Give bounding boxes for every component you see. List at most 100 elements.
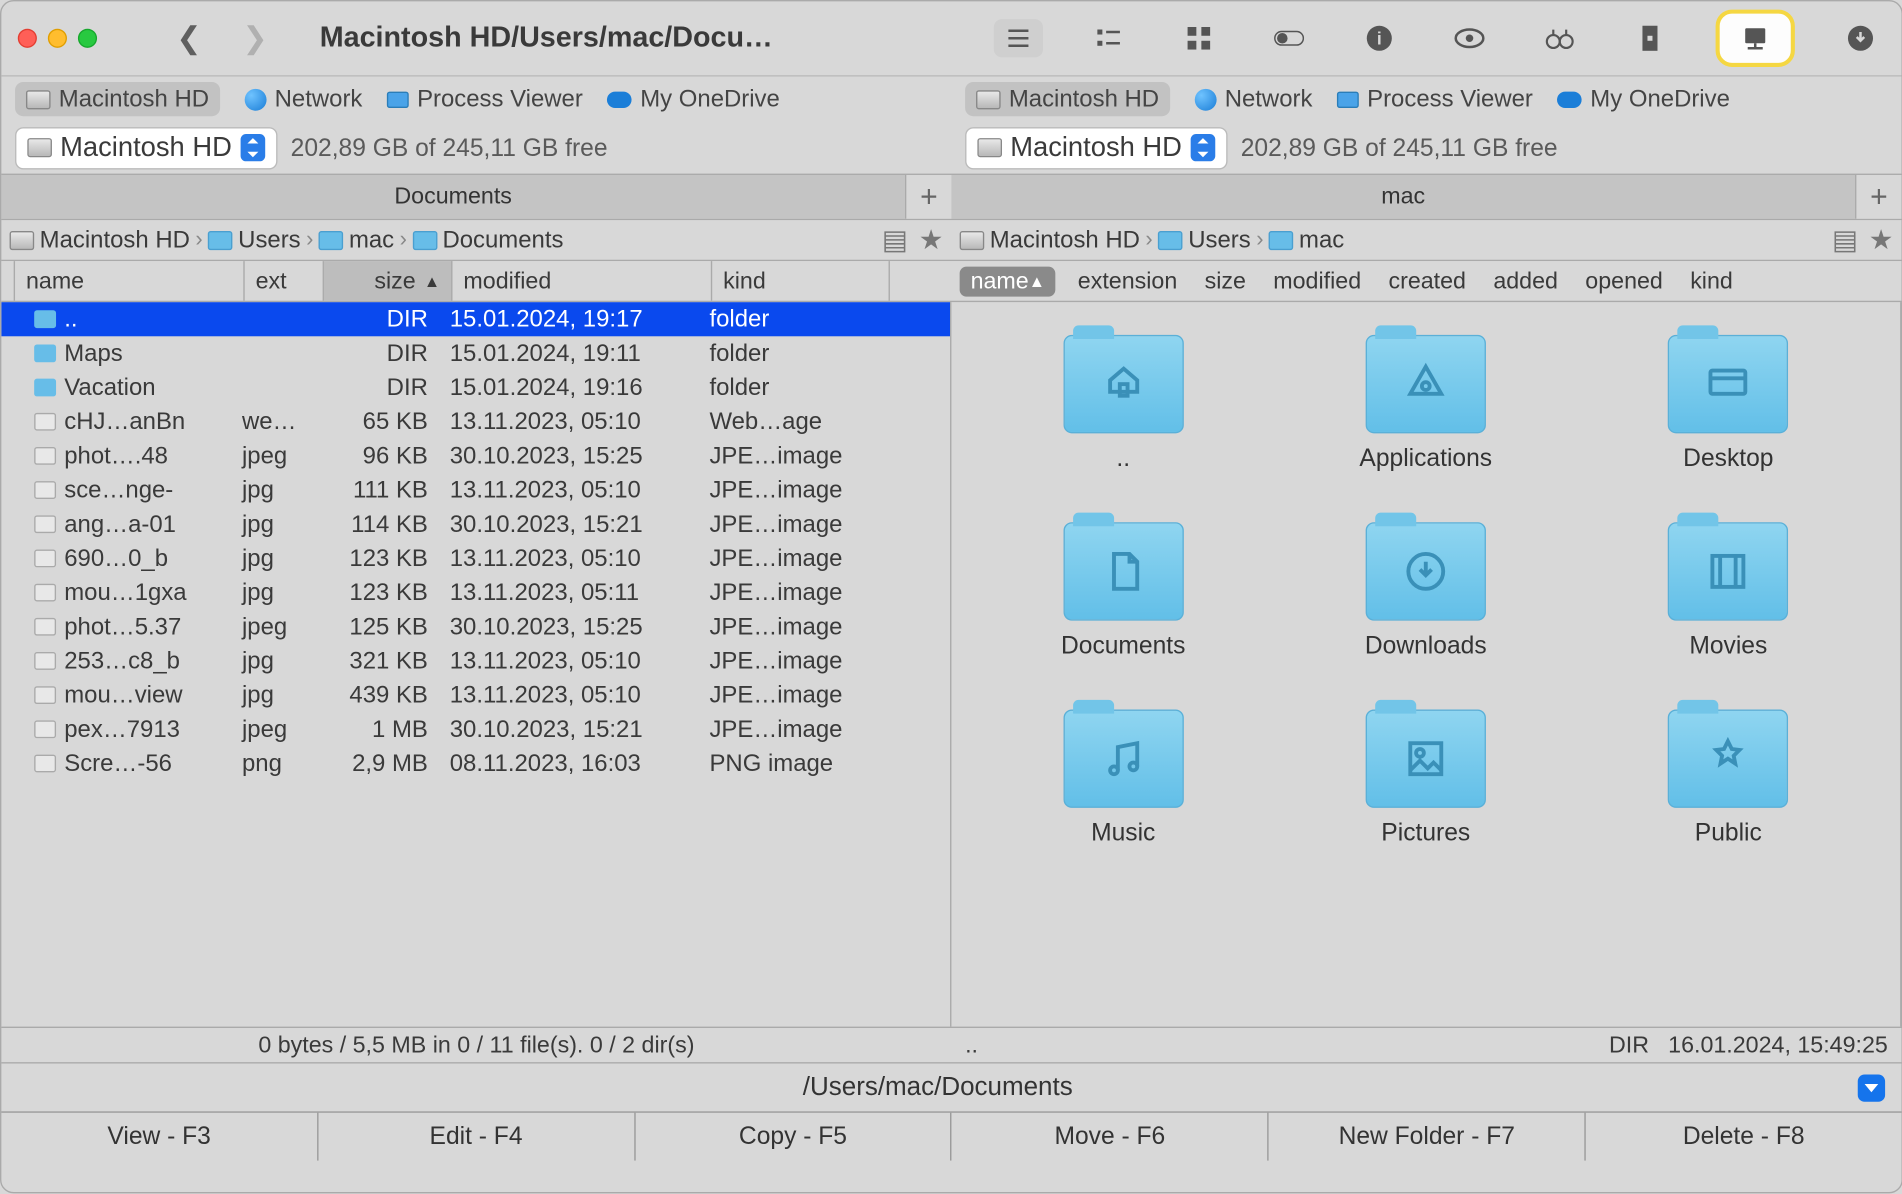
file-row[interactable]: phot….48 jpeg 96 KB 30.10.2023, 15:25 JP… [1,439,950,473]
download-icon[interactable] [1836,19,1885,57]
fav-item[interactable]: Process Viewer [387,85,583,114]
col-opened[interactable]: opened [1572,261,1677,301]
grid-folder-movies[interactable]: Movies [1598,522,1860,660]
fav-item[interactable]: Network [245,85,363,114]
fav-item[interactable]: My OneDrive [607,85,779,114]
path-dropdown[interactable] [1858,1074,1885,1101]
file-row[interactable]: Vacation DIR 15.01.2024, 19:16 folder [1,370,950,404]
file-ext: we… [231,407,310,436]
file-list-left[interactable]: .. DIR 15.01.2024, 19:17 folder Maps DIR… [1,302,951,1027]
crumb-item[interactable]: Macintosh HD [960,226,1140,255]
grid-folder-..[interactable]: .. [992,335,1254,473]
grid-folder-downloads[interactable]: Downloads [1295,522,1557,660]
crumb-item[interactable]: mac [1269,226,1344,255]
archive-icon[interactable] [1625,19,1674,57]
file-row[interactable]: .. DIR 15.01.2024, 19:17 folder [1,302,950,336]
file-size: 123 KB [310,578,438,607]
folder-icon [1269,230,1294,249]
view-grid-icon[interactable] [1174,19,1223,57]
crumb-item[interactable]: mac [319,226,394,255]
toggle-switch-icon[interactable] [1264,19,1313,57]
star-icon[interactable]: ★ [919,223,944,257]
file-row[interactable]: Maps DIR 15.01.2024, 19:11 folder [1,336,950,370]
folder-icon [208,230,233,249]
col-modified[interactable]: modified [1260,261,1375,301]
crumb-item[interactable]: Users [1158,226,1251,255]
grid-label: Documents [1061,632,1185,661]
fkey-button[interactable]: Edit - F4 [318,1113,635,1161]
file-kind: folder [699,305,877,334]
col-name[interactable]: name ▲ [960,267,1056,297]
maximize-button[interactable] [78,29,97,48]
crumb-item[interactable]: Macintosh HD [10,226,190,255]
grid-folder-applications[interactable]: Applications [1295,335,1557,473]
fav-item[interactable]: Process Viewer [1337,85,1533,114]
info-icon[interactable]: i [1355,19,1404,57]
fkey-button[interactable]: View - F3 [1,1113,318,1161]
col-added[interactable]: added [1480,261,1572,301]
file-row[interactable]: mou…1gxa jpg 123 KB 13.11.2023, 05:11 JP… [1,576,950,610]
col-name[interactable]: name [15,261,245,301]
file-size: 123 KB [310,544,438,573]
crumb-item[interactable]: Documents [412,226,563,255]
volume-selector-left[interactable]: Macintosh HD [15,126,277,168]
back-button[interactable]: ❮ [176,21,201,57]
binoculars-icon[interactable] [1535,19,1584,57]
view-columns-icon[interactable] [1084,19,1133,57]
file-row[interactable]: 690…0_b jpg 123 KB 13.11.2023, 05:10 JPE… [1,541,950,575]
tab-add-right[interactable]: + [1855,175,1901,219]
chevron-right-icon: › [1256,228,1263,253]
grid-folder-music[interactable]: Music [992,709,1254,847]
folder-icon [34,379,56,397]
fkey-button[interactable]: Move - F6 [952,1113,1269,1161]
list-icon[interactable]: ▤ [882,223,908,257]
file-kind: JPE…image [699,476,877,505]
col-size[interactable]: size [1191,261,1260,301]
grid-folder-desktop[interactable]: Desktop [1598,335,1860,473]
fav-item[interactable]: Macintosh HD [15,82,220,116]
file-ext: jpg [231,544,310,573]
fav-item[interactable]: Macintosh HD [965,82,1170,116]
file-row[interactable]: sce…nge- jpg 111 KB 13.11.2023, 05:10 JP… [1,473,950,507]
folder-icon [1158,230,1183,249]
minimize-button[interactable] [48,29,67,48]
tab-left[interactable]: Documents [1,175,905,219]
file-row[interactable]: mou…view jpg 439 KB 13.11.2023, 05:10 JP… [1,678,950,712]
file-row[interactable]: Scre…-56 png 2,9 MB 08.11.2023, 16:03 PN… [1,746,950,780]
grid-label: Public [1695,819,1762,848]
grid-folder-documents[interactable]: Documents [992,522,1254,660]
col-extension[interactable]: extension [1064,261,1191,301]
star-icon[interactable]: ★ [1869,223,1894,257]
close-button[interactable] [18,29,37,48]
file-grid-right[interactable]: .. Applications Desktop Documents Downlo… [951,302,1901,1027]
fkey-button[interactable]: Delete - F8 [1586,1113,1902,1161]
list-icon[interactable]: ▤ [1832,223,1858,257]
fkey-button[interactable]: Copy - F5 [635,1113,952,1161]
col-size[interactable]: size▲ [324,261,452,301]
view-list-icon[interactable] [994,19,1043,57]
tab-right[interactable]: mac [951,175,1855,219]
image-file-icon [34,481,56,499]
file-row[interactable]: pex…7913 jpeg 1 MB 30.10.2023, 15:21 JPE… [1,712,950,746]
path-text[interactable]: /Users/mac/Documents [18,1072,1858,1102]
network-share-icon[interactable] [1731,19,1780,57]
fkey-button[interactable]: New Folder - F7 [1269,1113,1586,1161]
preview-icon[interactable] [1445,19,1494,57]
tab-add-left[interactable]: + [905,175,951,219]
volume-selector-right[interactable]: Macintosh HD [965,126,1227,168]
file-row[interactable]: 253…c8_b jpg 321 KB 13.11.2023, 05:10 JP… [1,644,950,678]
file-row[interactable]: phot…5.37 jpeg 125 KB 30.10.2023, 15:25 … [1,610,950,644]
file-row[interactable]: cHJ…anBn we… 65 KB 13.11.2023, 05:10 Web… [1,405,950,439]
col-modified[interactable]: modified [452,261,712,301]
col-created[interactable]: created [1375,261,1480,301]
forward-button[interactable]: ❯ [243,21,268,57]
col-kind[interactable]: kind [1677,261,1747,301]
file-row[interactable]: ang…a-01 jpg 114 KB 30.10.2023, 15:21 JP… [1,507,950,541]
col-ext[interactable]: ext [245,261,324,301]
fav-item[interactable]: Network [1195,85,1313,114]
grid-folder-public[interactable]: Public [1598,709,1860,847]
grid-folder-pictures[interactable]: Pictures [1295,709,1557,847]
fav-item[interactable]: My OneDrive [1558,85,1730,114]
col-kind[interactable]: kind [712,261,890,301]
crumb-item[interactable]: Users [208,226,301,255]
